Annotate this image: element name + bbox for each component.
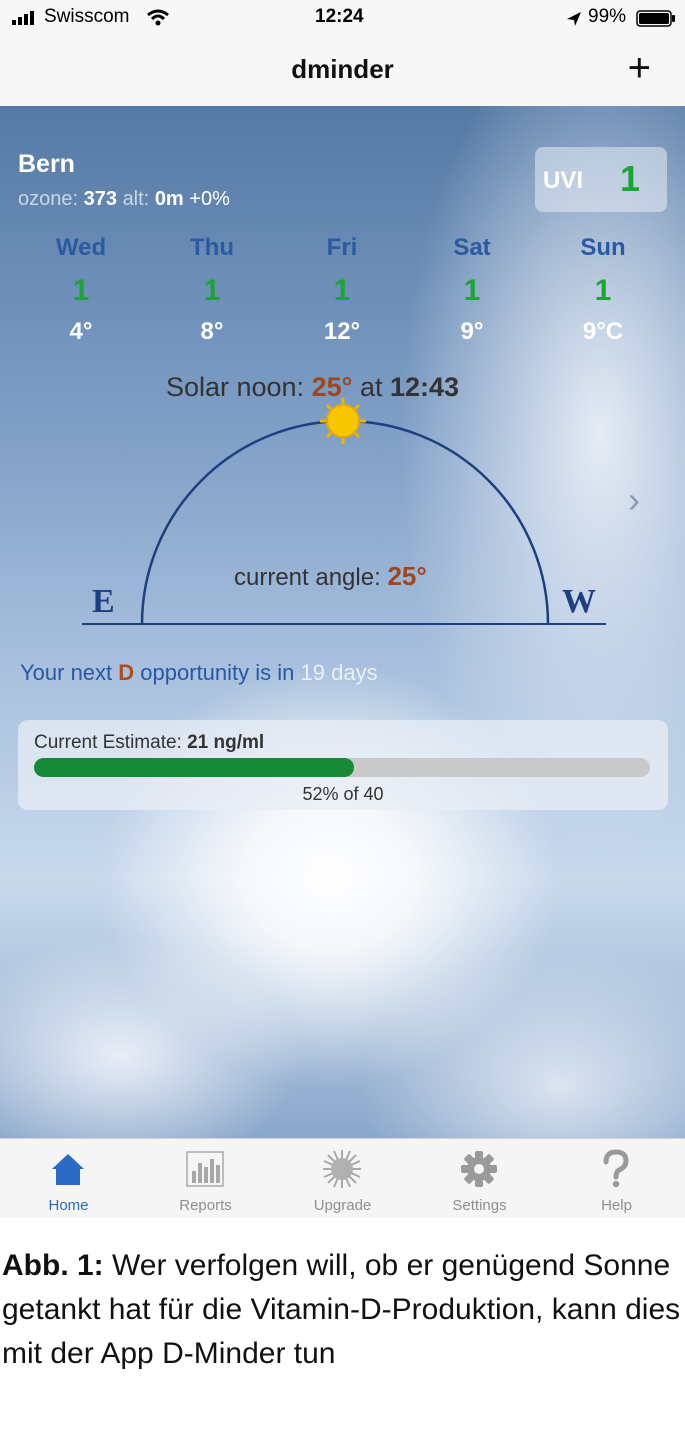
signal-icon: [12, 11, 34, 25]
opportunity-prefix: Your next: [20, 660, 113, 685]
tab-label: Reports: [179, 1197, 232, 1214]
tab-upgrade[interactable]: Upgrade: [274, 1139, 411, 1218]
forecast-temp: 4°: [69, 318, 93, 345]
tab-label: Home: [48, 1197, 89, 1214]
west-label: W: [562, 583, 596, 620]
forecast-temp: 8°: [200, 318, 224, 345]
forecast-uv: 1: [463, 274, 481, 307]
alt-change: +0%: [189, 188, 230, 210]
sun-arc: [140, 419, 550, 625]
location-arrow-icon: [567, 12, 581, 26]
chevron-right-icon[interactable]: ›: [628, 479, 640, 521]
forecast-day[interactable]: Fri 1 12°: [282, 234, 402, 346]
battery-icon: [636, 10, 675, 27]
current-angle-value: 25°: [387, 561, 427, 591]
forecast-day-name: Sun: [580, 234, 626, 261]
estimate-value: 21 ng/ml: [187, 732, 265, 753]
sun-path-diagram: [82, 398, 606, 625]
forecast-day-name: Wed: [55, 234, 107, 261]
phone-screen: Swisscom 12:24 99% dminder + Bern ozone:…: [0, 0, 685, 1218]
tab-help[interactable]: Help: [548, 1139, 685, 1218]
wifi-icon: [147, 9, 169, 26]
sun-icon: [320, 398, 366, 444]
navigation-bar: dminder +: [0, 36, 685, 107]
tab-settings[interactable]: Settings: [411, 1139, 548, 1218]
forecast-temp: 12°: [323, 318, 361, 345]
forecast-day-name: Sat: [453, 234, 491, 261]
uvi-label: UVI: [543, 167, 584, 194]
uvi-value: 1: [620, 158, 641, 199]
caption-label: Abb. 1:: [2, 1249, 104, 1282]
estimate-text: Current Estimate: 21 ng/ml: [34, 732, 264, 754]
forecast-uv: 1: [72, 274, 90, 307]
home-content: Bern ozone: 373 alt: 0m +0% UVI 1 Wed 1 …: [0, 106, 685, 1138]
tab-label: Settings: [452, 1197, 507, 1214]
battery-percent: 99%: [588, 6, 627, 27]
forecast-day[interactable]: Thu 1 8°: [152, 234, 272, 346]
forecast-day[interactable]: Sat 1 9°: [412, 234, 532, 346]
clock: 12:24: [315, 6, 364, 27]
plus-icon: +: [627, 46, 651, 90]
bar-chart-icon: [186, 1151, 224, 1187]
forecast-day-name: Fri: [326, 234, 358, 261]
forecast-temp: 9°C: [582, 318, 624, 345]
forecast-day[interactable]: Wed 1 4°: [21, 234, 141, 346]
tab-bar: Home Reports Upgrade Settings Help: [0, 1138, 685, 1218]
current-angle-label: current angle:: [234, 564, 381, 591]
estimate-percent: 52% of 40: [302, 784, 384, 804]
question-icon: [603, 1149, 629, 1188]
app-title: dminder: [291, 54, 394, 84]
estimate-label: Current Estimate:: [34, 732, 182, 753]
alt-value: 0m: [154, 188, 184, 210]
tab-reports[interactable]: Reports: [137, 1139, 274, 1218]
city-name[interactable]: Bern: [18, 150, 75, 179]
forecast-day[interactable]: Sun 1 9°C: [543, 234, 663, 346]
uvi-box[interactable]: UVI 1: [535, 147, 667, 212]
opportunity-d: D: [118, 660, 135, 685]
forecast-temp: 9°: [460, 318, 484, 345]
next-opportunity: Your next D opportunity is in 19 days: [20, 660, 378, 686]
home-icon: [52, 1154, 84, 1185]
current-angle: current angle: 25°: [234, 561, 427, 592]
opportunity-days: 19 days: [300, 660, 378, 685]
estimate-card[interactable]: Current Estimate: 21 ng/ml 52% of 40: [18, 720, 668, 810]
forecast-uv: 1: [333, 274, 351, 307]
tab-home[interactable]: Home: [0, 1139, 137, 1218]
tab-label: Help: [601, 1197, 632, 1214]
estimate-progress-bar: [34, 758, 650, 777]
ozone-value: 373: [83, 188, 117, 210]
alt-label: alt:: [122, 188, 150, 210]
forecast-uv: 1: [203, 274, 221, 307]
forecast-uv: 1: [594, 274, 612, 307]
figure-caption: Abb. 1: Wer verfolgen will, ob er genüge…: [2, 1244, 682, 1376]
forecast-day-name: Thu: [190, 234, 234, 261]
caption-text: Wer verfolgen will, ob er genügend Sonne…: [2, 1249, 681, 1370]
status-bar: Swisscom 12:24 99%: [0, 0, 685, 36]
ozone-label: ozone:: [18, 188, 79, 210]
east-label: E: [92, 583, 115, 620]
sun-icon: [323, 1150, 361, 1188]
tab-label: Upgrade: [313, 1197, 372, 1214]
gear-icon: [461, 1151, 497, 1187]
opportunity-middle: opportunity is in: [140, 660, 295, 685]
location-meta: ozone: 373 alt: 0m +0%: [18, 188, 230, 211]
carrier-label: Swisscom: [44, 6, 130, 27]
estimate-progress-fill: [34, 758, 355, 777]
add-button[interactable]: +: [628, 48, 651, 88]
